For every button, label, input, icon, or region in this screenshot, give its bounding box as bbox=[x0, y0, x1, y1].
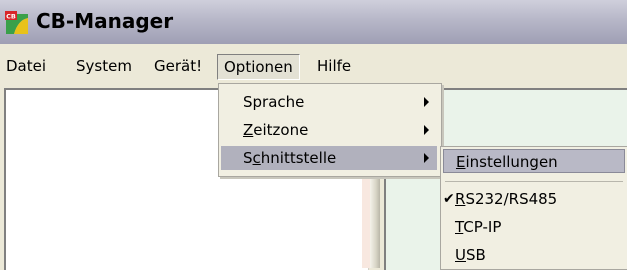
window-title: CB-Manager bbox=[36, 9, 174, 33]
submenu-arrow-icon bbox=[424, 97, 429, 107]
submenu-item-label: RS232/RS485 bbox=[455, 190, 558, 208]
app-logo-icon: CB bbox=[5, 11, 28, 34]
menu-item-label: Sprache bbox=[243, 93, 305, 111]
submenu-item-label: Einstellungen bbox=[456, 153, 558, 171]
schnittstelle-submenu: Einstellungen ✔ RS232/RS485 TCP-IP USB bbox=[440, 146, 627, 270]
menu-item-sprache[interactable]: Sprache bbox=[221, 90, 437, 114]
submenu-item-tcp-ip[interactable]: TCP-IP bbox=[443, 215, 625, 239]
title-bar: CB CB-Manager bbox=[0, 0, 627, 44]
menu-item-schnittstelle[interactable]: Schnittstelle bbox=[221, 146, 437, 170]
menu-separator bbox=[445, 181, 623, 182]
menu-item-zeitzone[interactable]: Zeitzone bbox=[221, 118, 437, 142]
submenu-item-usb[interactable]: USB bbox=[443, 243, 625, 267]
menu-system[interactable]: System bbox=[70, 54, 138, 78]
menu-geraet[interactable]: Gerät! bbox=[148, 54, 208, 78]
submenu-arrow-icon bbox=[424, 153, 429, 163]
menu-item-label: Schnittstelle bbox=[243, 149, 337, 167]
submenu-arrow-icon bbox=[424, 125, 429, 135]
submenu-item-rs232-rs485[interactable]: ✔ RS232/RS485 bbox=[443, 187, 625, 211]
submenu-item-einstellungen[interactable]: Einstellungen bbox=[443, 149, 625, 173]
menu-bar: Datei System Gerät! Optionen Hilfe bbox=[0, 48, 627, 86]
menu-optionen[interactable]: Optionen bbox=[217, 54, 300, 80]
submenu-item-label: USB bbox=[455, 246, 486, 264]
menu-item-label: Zeitzone bbox=[243, 121, 309, 139]
menu-hilfe[interactable]: Hilfe bbox=[311, 54, 357, 78]
menu-datei[interactable]: Datei bbox=[0, 54, 52, 78]
optionen-dropdown: Sprache Zeitzone Schnittstelle bbox=[218, 83, 442, 177]
checkmark-icon: ✔ bbox=[443, 191, 455, 207]
app-logo-text: CB bbox=[6, 12, 16, 20]
submenu-item-label: TCP-IP bbox=[455, 218, 502, 236]
